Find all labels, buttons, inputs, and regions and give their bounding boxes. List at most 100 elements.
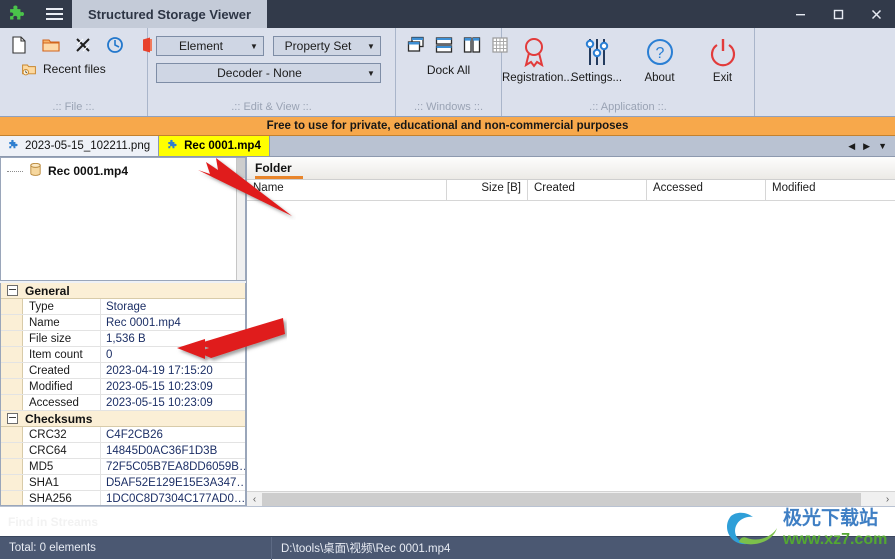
ribbon-group-file: Recent files .:: File ::.: [0, 28, 152, 116]
column-header-name[interactable]: Name: [247, 179, 447, 200]
settings-button[interactable]: Settings...: [565, 32, 628, 84]
row-gutter: [1, 395, 23, 410]
column-header-modified[interactable]: Modified: [766, 179, 895, 200]
table-row[interactable]: Modified 2023-05-15 10:23:09: [1, 379, 245, 395]
about-button[interactable]: ? About: [628, 32, 691, 84]
tab-next-icon[interactable]: ▶: [863, 141, 870, 152]
dock-all-button[interactable]: Dock All: [396, 55, 501, 77]
document-tab-bar: 2023-05-15_102211.png Rec 0001.mp4 ◀ ▶ ▼: [0, 136, 895, 157]
property-value: 1,536 B: [106, 332, 146, 345]
table-row[interactable]: Name Rec 0001.mp4: [1, 315, 245, 331]
window-controls: [781, 0, 895, 28]
tab-bar-filler: [270, 136, 840, 156]
scroll-thumb[interactable]: [262, 492, 862, 506]
ribbon-group-application: Registration... Settings... ? About Exit…: [502, 28, 755, 116]
maximize-button[interactable]: [819, 0, 857, 28]
property-value: 2023-05-15 10:23:09: [106, 380, 213, 393]
table-row[interactable]: File size 1,536 B: [1, 331, 245, 347]
table-row[interactable]: Item count 0: [1, 347, 245, 363]
folder-list-body[interactable]: [247, 201, 895, 484]
close-file-icon[interactable]: [73, 35, 93, 55]
new-file-icon[interactable]: [9, 35, 29, 55]
tree-vertical-scrollbar[interactable]: [236, 158, 245, 280]
title-bar: Structured Storage Viewer: [0, 0, 895, 28]
collapse-icon[interactable]: [7, 413, 18, 424]
table-row[interactable]: SHA1 D5AF52E129E15E3A347…: [1, 475, 245, 491]
minimize-button[interactable]: [781, 0, 819, 28]
property-key: CRC32: [23, 427, 101, 442]
cascade-windows-icon[interactable]: [406, 35, 426, 55]
refresh-icon[interactable]: [105, 35, 125, 55]
chevron-down-icon: ▼: [250, 41, 258, 51]
property-value: C4F2CB26: [106, 428, 163, 441]
property-key: Created: [23, 363, 101, 378]
registration-label: Registration...: [502, 72, 573, 84]
close-button[interactable]: [857, 0, 895, 28]
property-value: 72F5C05B7EA8DD6059B…: [106, 460, 245, 473]
property-key: Type: [23, 299, 101, 314]
status-bar: Total: 0 elements D:\tools\桌面\视频\Rec 000…: [0, 536, 895, 560]
property-set-combo[interactable]: Property Set ▼: [273, 36, 381, 56]
property-key: CRC64: [23, 443, 101, 458]
ribbon-group-empty: [755, 28, 895, 116]
row-gutter: [1, 315, 23, 330]
tab-list-icon[interactable]: ▼: [878, 141, 887, 151]
power-icon: [691, 32, 754, 72]
property-set-combo-value: Property Set: [284, 39, 352, 53]
decoder-combo[interactable]: Decoder - None ▼: [156, 63, 381, 83]
column-header-accessed[interactable]: Accessed: [647, 179, 766, 200]
tree-scroll-thumb[interactable]: [237, 158, 245, 178]
row-gutter: [1, 363, 23, 378]
table-row[interactable]: CRC64 14845D0AC36F1D3B: [1, 443, 245, 459]
license-banner: Free to use for private, educational and…: [0, 117, 895, 136]
ribbon-group-windows: Dock All .:: Windows ::.: [396, 28, 508, 116]
row-gutter: [1, 427, 23, 442]
main-content-area: Rec 0001.mp4 General Type Storage Name R…: [0, 157, 895, 506]
ribbon-group-application-label: .:: Application ::.: [589, 101, 667, 113]
tree-root-node[interactable]: Rec 0001.mp4: [1, 158, 245, 180]
find-in-streams-bar[interactable]: Find in Streams: [0, 506, 895, 536]
folder-panel-header: Folder: [247, 157, 895, 180]
scroll-right-icon[interactable]: ›: [880, 492, 895, 507]
folder-list-horizontal-scrollbar[interactable]: ‹ ›: [247, 491, 895, 506]
property-value: D5AF52E129E15E3A347…: [106, 476, 245, 489]
tab-rec-0001-mp4[interactable]: Rec 0001.mp4: [159, 136, 270, 156]
property-value: 14845D0AC36F1D3B: [106, 444, 218, 457]
property-section-checksums[interactable]: Checksums: [1, 411, 245, 427]
storage-tree-view[interactable]: Rec 0001.mp4: [0, 157, 246, 281]
property-key: MD5: [23, 459, 101, 474]
status-total-elements: Total: 0 elements: [0, 536, 272, 560]
svg-text:?: ?: [655, 45, 664, 62]
open-folder-icon[interactable]: [41, 35, 61, 55]
column-header-size[interactable]: Size [B]: [447, 179, 528, 200]
scroll-left-icon[interactable]: ‹: [247, 492, 262, 507]
question-circle-icon: ?: [628, 32, 691, 72]
table-row[interactable]: SHA256 1DC0C8D7304C177AD0…: [1, 491, 245, 505]
property-section-general[interactable]: General: [1, 283, 245, 299]
collapse-icon[interactable]: [7, 285, 18, 296]
puzzle-icon: [167, 139, 179, 154]
tile-horizontal-icon[interactable]: [434, 35, 454, 55]
title-bar-drag-area: [267, 0, 781, 28]
chevron-down-icon: ▼: [367, 68, 375, 78]
menu-hamburger-icon[interactable]: [36, 0, 72, 28]
property-value: Rec 0001.mp4: [106, 316, 181, 329]
property-key: SHA1: [23, 475, 101, 490]
tab-2023-05-15-102211-png[interactable]: 2023-05-15_102211.png: [0, 136, 160, 156]
element-combo[interactable]: Element ▼: [156, 36, 264, 56]
table-row[interactable]: MD5 72F5C05B7EA8DD6059B…: [1, 459, 245, 475]
tab-prev-icon[interactable]: ◀: [848, 141, 855, 152]
table-row[interactable]: Type Storage: [1, 299, 245, 315]
row-gutter: [1, 443, 23, 458]
scroll-track[interactable]: [262, 492, 880, 507]
table-row[interactable]: Accessed 2023-05-15 10:23:09: [1, 395, 245, 411]
table-row[interactable]: CRC32 C4F2CB26: [1, 427, 245, 443]
decoder-combo-value: Decoder - None: [217, 66, 302, 80]
property-section-general-label: General: [25, 283, 70, 298]
exit-button[interactable]: Exit: [691, 32, 754, 84]
recent-files-button[interactable]: Recent files: [0, 55, 147, 77]
column-header-created[interactable]: Created: [528, 179, 647, 200]
tile-vertical-icon[interactable]: [462, 35, 482, 55]
registration-button[interactable]: Registration...: [502, 32, 573, 84]
table-row[interactable]: Created 2023-04-19 17:15:20: [1, 363, 245, 379]
